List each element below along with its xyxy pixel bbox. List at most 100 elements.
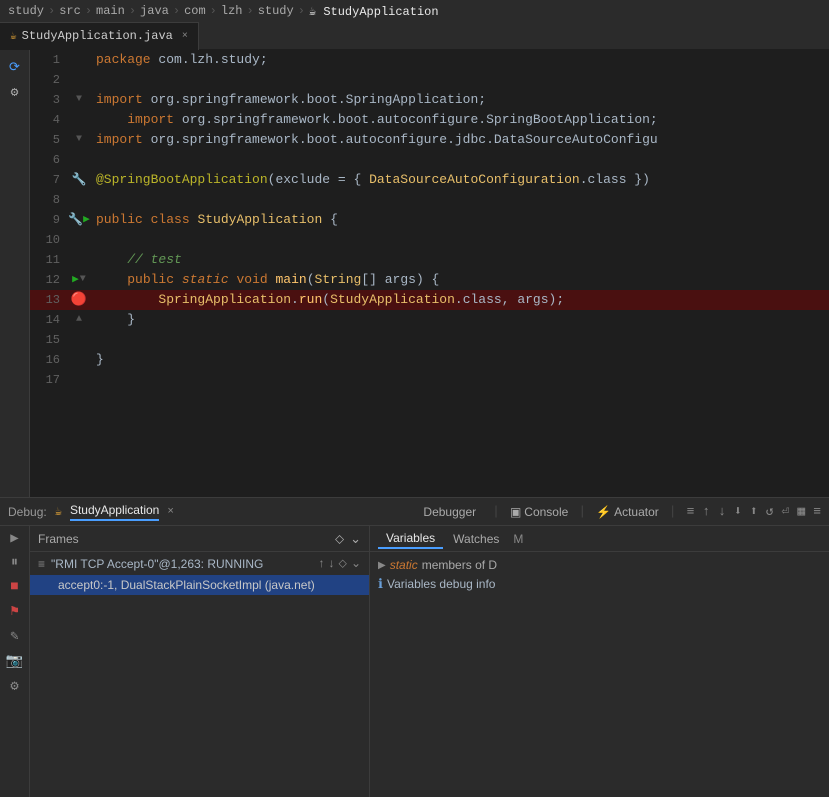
rerun-icon[interactable]: ⚑ <box>10 603 18 620</box>
code-line: 10 <box>30 230 829 250</box>
var-debug-info-label: Variables debug info <box>387 577 496 591</box>
variables-body: ▶ static members of D ℹ Variables debug … <box>370 552 829 797</box>
var-row-debug-info[interactable]: ℹ Variables debug info <box>370 574 829 594</box>
frames-filter-icon[interactable]: ⬦ <box>335 531 344 547</box>
resume-icon[interactable]: ▶ <box>10 530 18 547</box>
thread-controls: ↑ ↓ ⬦ ⌄ <box>319 556 361 571</box>
code-line: 9 🔧 ▶ public class StudyApplication { <box>30 210 829 230</box>
breadcrumb-sep: › <box>129 4 136 18</box>
code-line: 5 ▼ import org.springframework.boot.auto… <box>30 130 829 150</box>
toolbar-icon-up2[interactable]: ⬆ <box>750 504 758 519</box>
code-line: 12 ▶ ▼ public static void main(String[] … <box>30 270 829 290</box>
toolbar-icon-lines[interactable]: ≡ <box>813 504 821 519</box>
breadcrumb-item[interactable]: study <box>8 4 44 18</box>
pause-icon[interactable]: ⏸ <box>11 555 18 571</box>
editor-left-gutter: ⟳ ⚙ <box>0 50 30 497</box>
var-info-icon: ℹ <box>378 576 383 592</box>
thread-up-icon[interactable]: ↑ <box>319 556 325 571</box>
code-line: 15 <box>30 330 829 350</box>
breadcrumb: study › src › main › java › com › lzh › … <box>0 0 829 22</box>
code-line: 1 package com.lzh.study; <box>30 50 829 70</box>
breakpoint-icon[interactable]: 🔴 <box>71 290 87 310</box>
var-row-static[interactable]: ▶ static members of D <box>370 556 829 574</box>
java-file-icon: ☕ <box>10 29 17 43</box>
code-line: 6 <box>30 150 829 170</box>
tab-console[interactable]: ▣ Console <box>510 505 568 519</box>
code-line: 16 } <box>30 350 829 370</box>
code-line: 7 🔧 @SpringBootApplication(exclude = { D… <box>30 170 829 190</box>
tab-bar: ☕ StudyApplication.java × <box>0 22 829 50</box>
breadcrumb-item[interactable]: lzh <box>221 4 243 18</box>
tab-variables[interactable]: Variables <box>378 529 443 549</box>
code-line: 4 import org.springframework.boot.autoco… <box>30 110 829 130</box>
stop-icon[interactable]: ■ <box>10 579 18 595</box>
code-area: ⟳ ⚙ 1 package com.lzh.study; 2 3 ▼ impor… <box>0 50 829 497</box>
breadcrumb-item[interactable]: src <box>59 4 81 18</box>
breadcrumb-active: ☕ StudyApplication <box>309 4 439 19</box>
frame-row-selected[interactable]: accept0:-1, DualStackPlainSocketImpl (ja… <box>30 575 369 595</box>
code-line: 14 ▲ } <box>30 310 829 330</box>
thread-row[interactable]: ≡ "RMI TCP Accept-0"@1,263: RUNNING ↑ ↓ … <box>30 552 369 575</box>
debug-panel: Debug: ☕ StudyApplication × Debugger | ▣… <box>0 497 829 797</box>
toolbar-icon-down2[interactable]: ⬇ <box>734 504 742 519</box>
breadcrumb-sep: › <box>246 4 253 18</box>
var-static-keyword: static <box>390 558 418 572</box>
debug-left-strip: ▶ ⏸ ■ ⚑ ✎ 📷 ⚙ <box>0 526 30 797</box>
breadcrumb-item[interactable]: com <box>184 4 206 18</box>
debug-label: Debug: <box>8 505 47 519</box>
tab-actuator[interactable]: ⚡ Actuator <box>596 505 659 519</box>
breadcrumb-sep: › <box>48 4 55 18</box>
var-static-members-label: members of D <box>422 558 497 572</box>
toolbar-icon-refresh[interactable]: ↺ <box>766 504 774 519</box>
debug-session-tab[interactable]: StudyApplication <box>70 503 159 521</box>
gutter-icon-2[interactable]: ⚙ <box>11 85 19 100</box>
breadcrumb-sep: › <box>173 4 180 18</box>
thread-text: "RMI TCP Accept-0"@1,263: RUNNING <box>51 557 263 571</box>
thread-icon: ≡ <box>38 557 45 571</box>
tab-watches[interactable]: Watches <box>445 530 507 548</box>
frames-down-icon[interactable]: ⌄ <box>350 531 361 547</box>
run-arrow-icon: ▶ <box>83 210 90 230</box>
run-arrow-icon-12: ▶ <box>72 270 79 290</box>
breadcrumb-item[interactable]: java <box>140 4 169 18</box>
code-line: 2 <box>30 70 829 90</box>
code-line: 3 ▼ import org.springframework.boot.Spri… <box>30 90 829 110</box>
toolbar-icon-up[interactable]: ↑ <box>702 504 710 519</box>
var-expand-icon[interactable]: ▶ <box>378 560 386 571</box>
gutter-icon-1[interactable]: ⟳ <box>9 60 20 75</box>
thread-filter-icon[interactable]: ⬦ <box>339 556 347 571</box>
breadcrumb-sep: › <box>210 4 217 18</box>
variables-pane: Variables Watches M ▶ static members of … <box>370 526 829 797</box>
debug-body: ▶ ⏸ ■ ⚑ ✎ 📷 ⚙ Frames ⬦ ⌄ ≡ "RMI TCP Acce… <box>0 526 829 797</box>
toolbar-icon-down[interactable]: ↓ <box>718 504 726 519</box>
frame-text: accept0:-1, DualStackPlainSocketImpl (ja… <box>58 578 315 592</box>
thread-menu-icon[interactable]: ⌄ <box>351 556 361 571</box>
camera-icon[interactable]: 📷 <box>6 653 23 670</box>
debug-session-icon: ☕ <box>55 504 62 519</box>
settings-icon[interactable]: ⚙ <box>10 678 18 695</box>
code-line-breakpoint: 13 🔴 SpringApplication.run(StudyApplicat… <box>30 290 829 310</box>
toolbar-icon-return[interactable]: ⏎ <box>782 504 790 519</box>
breadcrumb-item[interactable]: study <box>258 4 294 18</box>
breadcrumb-sep: › <box>85 4 92 18</box>
toolbar-icon-grid[interactable]: ▦ <box>797 504 805 519</box>
breadcrumb-item[interactable]: main <box>96 4 125 18</box>
tab-study-application[interactable]: ☕ StudyApplication.java × <box>0 22 199 50</box>
frames-pane: Frames ⬦ ⌄ ≡ "RMI TCP Accept-0"@1,263: R… <box>30 526 370 797</box>
breadcrumb-sep: › <box>298 4 305 18</box>
tab-label: StudyApplication.java <box>22 29 173 43</box>
edit-icon[interactable]: ✎ <box>10 628 18 645</box>
tab-close-button[interactable]: × <box>182 31 188 42</box>
code-editor[interactable]: 1 package com.lzh.study; 2 3 ▼ import or… <box>30 50 829 497</box>
tab-debugger[interactable]: Debugger <box>417 505 482 519</box>
variables-tabs: Variables Watches M <box>370 526 829 552</box>
frames-header-icons: ⬦ ⌄ <box>335 531 361 547</box>
debug-session-close[interactable]: × <box>167 506 174 518</box>
frames-label: Frames <box>38 532 79 546</box>
thread-down-icon[interactable]: ↓ <box>329 556 335 571</box>
tab-more[interactable]: M <box>509 530 527 548</box>
code-line: 8 <box>30 190 829 210</box>
code-line: 11 // test <box>30 250 829 270</box>
toolbar-icon-menu[interactable]: ≡ <box>687 504 695 519</box>
code-line: 17 <box>30 370 829 390</box>
